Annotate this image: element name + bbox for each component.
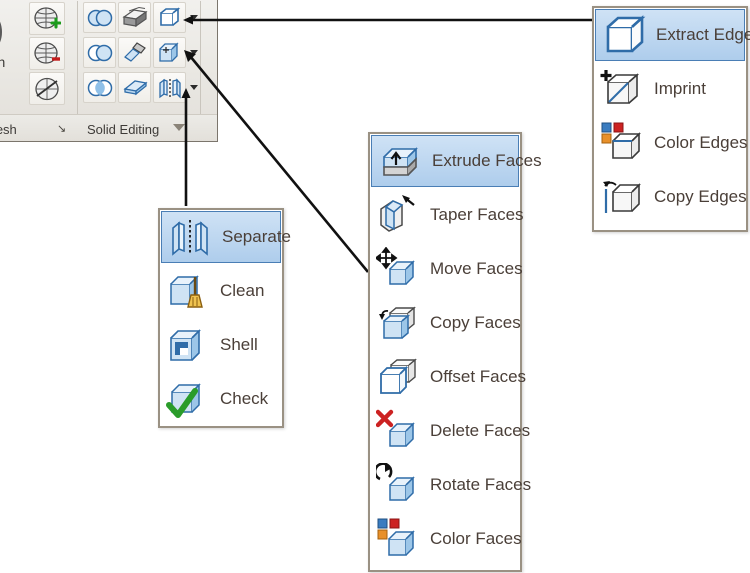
shell-cube-icon — [166, 323, 212, 367]
mesh-plus-icon — [34, 6, 61, 29]
menu-item-label: Extrude Faces — [432, 151, 542, 170]
imprint-brush-icon — [123, 41, 146, 62]
body-flyout: Separate Clean Shell Check — [158, 208, 291, 428]
menu-item-label: Taper Faces — [430, 205, 524, 224]
menu-item-label: Copy Edges — [654, 187, 747, 206]
mesh-crease-icon — [35, 77, 59, 100]
chevron-down-icon — [189, 50, 198, 55]
menu-item-label: Offset Faces — [430, 367, 527, 386]
menu-item-shell[interactable]: Shell — [160, 318, 282, 372]
check-green-icon — [166, 377, 212, 421]
refine-mesh-button[interactable] — [29, 72, 65, 105]
subtract-button[interactable] — [83, 37, 116, 68]
menu-item-label: Clean — [220, 281, 265, 300]
menu-item-label: Color Edges — [654, 133, 748, 152]
color-edges-cube-icon — [600, 121, 646, 165]
union-icon — [87, 9, 112, 26]
menu-item-move-faces[interactable]: Move Faces — [370, 242, 523, 296]
shell-cube-icon — [158, 41, 179, 62]
menu-item-taper-faces[interactable]: Taper Faces — [370, 188, 524, 242]
mesh-dialog-launcher[interactable]: ↘ — [57, 122, 66, 135]
menu-item-clean[interactable]: Clean — [160, 264, 282, 318]
menu-item-delete-faces[interactable]: Delete Faces — [370, 404, 530, 458]
extract-edges-cube-icon — [602, 13, 648, 57]
chevron-down-icon — [189, 85, 198, 90]
menu-item-extrude-faces[interactable]: Extrude Faces — [371, 135, 542, 187]
smooth-more-button[interactable] — [29, 2, 65, 35]
extrude-faces-icon — [378, 139, 424, 183]
menu-item-rotate-faces[interactable]: Rotate Faces — [370, 458, 531, 512]
menu-item-label: Rotate Faces — [430, 475, 532, 494]
color-faces-icon — [376, 517, 422, 561]
separate-icon — [168, 215, 214, 259]
extract-edges-button[interactable] — [153, 2, 186, 33]
shell-body-button[interactable] — [153, 37, 186, 68]
menu-item-label: Extract Edges — [656, 25, 750, 44]
menu-item-label: Delete Faces — [430, 421, 531, 440]
menu-item-check[interactable]: Check — [160, 372, 282, 426]
menu-item-copy-faces[interactable]: Copy Faces — [370, 296, 521, 350]
mesh-label-smooth: Smooth — [0, 54, 6, 70]
clean-broom-icon — [166, 269, 212, 313]
copy-faces-icon — [376, 301, 422, 345]
extract-edges-cube-icon — [159, 6, 180, 26]
intersect-button[interactable] — [83, 72, 116, 103]
menu-item-label: Color Faces — [430, 529, 522, 548]
separate-body-button[interactable] — [153, 72, 186, 103]
shell-body-dropdown[interactable] — [187, 37, 200, 68]
panel-label-solid-editing: Solid Editing — [87, 122, 160, 137]
smooth-less-button[interactable] — [29, 37, 65, 70]
menu-item-imprint[interactable]: Imprint — [594, 62, 746, 116]
faces-flyout: Extrude Faces Taper Faces Move Faces Cop… — [368, 132, 542, 572]
menu-item-offset-faces[interactable]: Offset Faces — [370, 350, 526, 404]
ribbon-panel-group: Smooth Object — [0, 0, 218, 142]
menu-item-extract-edges[interactable]: Extract Edges — [595, 9, 750, 61]
menu-item-label: Move Faces — [430, 259, 523, 278]
offset-faces-icon — [376, 355, 422, 399]
subtract-icon — [87, 44, 112, 61]
menu-item-color-faces[interactable]: Color Faces — [370, 512, 522, 566]
imprint-plus-cube-icon — [600, 67, 646, 111]
menu-item-copy-edges[interactable]: Copy Edges — [594, 170, 747, 224]
menu-item-separate[interactable]: Separate — [161, 211, 291, 263]
taper-faces-icon — [376, 193, 422, 237]
extrude-face-button[interactable] — [118, 2, 151, 33]
menu-item-label: Copy Faces — [430, 313, 521, 332]
solid-editing-panel-dropdown[interactable] — [173, 124, 185, 131]
menu-item-label: Separate — [222, 227, 291, 246]
mesh-minus-icon — [34, 41, 60, 64]
extrude-face-icon — [121, 6, 148, 27]
menu-item-color-edges[interactable]: Color Edges — [594, 116, 748, 170]
menu-item-label: Imprint — [654, 79, 706, 98]
menu-item-label: Shell — [220, 335, 258, 354]
rotate-faces-icon — [373, 462, 422, 507]
imprint-tool-button[interactable] — [118, 37, 151, 68]
chevron-down-icon — [189, 15, 198, 20]
panel-label-mesh: Mesh — [0, 122, 17, 137]
slice-icon — [122, 79, 148, 95]
slice-button[interactable] — [118, 72, 151, 103]
extract-edges-dropdown[interactable] — [187, 2, 200, 33]
delete-faces-icon — [375, 409, 422, 453]
intersect-icon — [87, 79, 112, 96]
copy-edges-cube-icon — [600, 175, 646, 219]
separate-icon — [158, 77, 181, 99]
separate-body-dropdown[interactable] — [187, 72, 200, 103]
union-button[interactable] — [83, 2, 116, 33]
move-faces-icon — [374, 246, 422, 291]
edges-flyout: Extract Edges Imprint — [592, 6, 750, 232]
menu-item-label: Check — [220, 389, 269, 408]
